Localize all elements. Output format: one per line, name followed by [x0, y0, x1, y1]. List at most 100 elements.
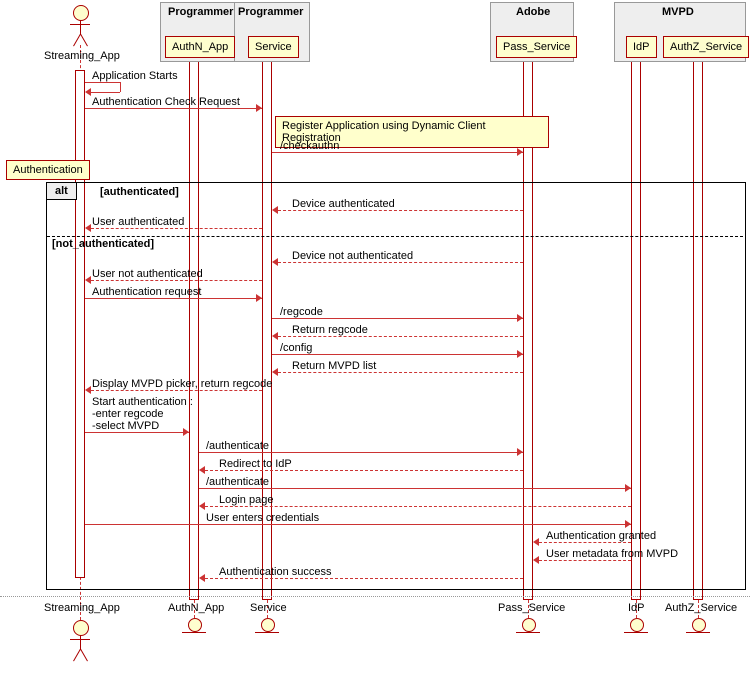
message-line [85, 524, 631, 525]
entity-line [624, 632, 648, 633]
participant-label: AuthZ_Service [670, 41, 742, 53]
participant-service: Service [248, 36, 299, 58]
arrow-icon [272, 332, 278, 340]
message: Authentication granted [546, 530, 656, 542]
participant-label-bottom: AuthN_App [168, 602, 224, 614]
actor-icon [73, 5, 89, 21]
participant-pass-service: Pass_Service [496, 36, 577, 58]
arrow-icon [517, 314, 523, 322]
arrow-icon [533, 538, 539, 546]
alt-condition: [not_authenticated] [52, 238, 154, 250]
participant-label-bottom: Pass_Service [498, 602, 565, 614]
actor-icon [80, 649, 88, 662]
group-label-adobe: Adobe [516, 6, 550, 18]
participant-authz-service: AuthZ_Service [663, 36, 749, 58]
arrow-icon [199, 502, 205, 510]
participant-label: IdP [633, 41, 650, 53]
message: Authentication request [92, 286, 201, 298]
participant-label-bottom: IdP [628, 602, 645, 614]
message-line [278, 372, 523, 373]
message: Start authentication : [92, 396, 193, 408]
arrow-icon [272, 368, 278, 376]
participant-label-bottom: Streaming_App [44, 602, 120, 614]
entity-line [182, 632, 206, 633]
participant-idp: IdP [626, 36, 657, 58]
participant-label-bottom: Service [250, 602, 287, 614]
entity-icon [522, 618, 536, 632]
participant-label-bottom: AuthZ_Service [665, 602, 737, 614]
message: User authenticated [92, 216, 184, 228]
arrow-icon [272, 206, 278, 214]
message-line [272, 354, 523, 355]
message-line [205, 578, 523, 579]
participant-label: Pass_Service [503, 41, 570, 53]
message: /regcode [280, 306, 323, 318]
arrow-icon [85, 88, 91, 96]
arrow-icon [625, 520, 631, 528]
message: /checkauthn [280, 140, 339, 152]
actor-icon [80, 34, 88, 47]
actor-icon [80, 20, 81, 34]
message-line [91, 280, 262, 281]
message-line [278, 336, 523, 337]
arrow-icon [183, 428, 189, 436]
arrow-icon [533, 556, 539, 564]
message: -select MVPD [92, 420, 159, 432]
message: Redirect to IdP [219, 458, 292, 470]
entity-icon [630, 618, 644, 632]
arrow-icon [517, 350, 523, 358]
entity-line [516, 632, 540, 633]
message: Return MVPD list [292, 360, 376, 372]
message-line [91, 228, 262, 229]
message-line [85, 298, 262, 299]
note-text: Authentication [13, 164, 83, 176]
separator [0, 596, 750, 597]
actor-icon [70, 24, 90, 25]
message: Application Starts [92, 70, 178, 82]
arrow-icon [85, 224, 91, 232]
arrow-icon [85, 276, 91, 284]
arrow-icon [517, 448, 523, 456]
message: Display MVPD picker, return regcode [92, 378, 272, 390]
message-line [205, 506, 631, 507]
actor-icon [80, 635, 81, 649]
message-line [278, 262, 523, 263]
actor-icon [73, 649, 81, 662]
message: -enter regcode [92, 408, 164, 420]
message-line [85, 82, 120, 83]
participant-label: Service [255, 41, 292, 53]
actor-label: Streaming_App [44, 50, 120, 62]
arrow-icon [199, 574, 205, 582]
message: User enters credentials [206, 512, 319, 524]
message-line [272, 318, 523, 319]
entity-line [686, 632, 710, 633]
arrow-icon [256, 104, 262, 112]
message: User metadata from MVPD [546, 548, 678, 560]
actor-icon [73, 620, 89, 636]
message-line [90, 92, 120, 93]
message: User not authenticated [92, 268, 203, 280]
group-label-programmer2: Programmer [238, 6, 303, 18]
message: /config [280, 342, 312, 354]
message: Login page [219, 494, 273, 506]
actor-icon [70, 639, 90, 640]
entity-line [255, 632, 279, 633]
message: Device authenticated [292, 198, 395, 210]
arrow-icon [256, 294, 262, 302]
message-line [272, 152, 523, 153]
entity-icon [692, 618, 706, 632]
message-line [120, 82, 121, 92]
alt-condition: [authenticated] [100, 186, 179, 198]
message: Return regcode [292, 324, 368, 336]
message-line [539, 560, 631, 561]
message-line [85, 108, 262, 109]
message-line [85, 432, 189, 433]
group-label-mvpd: MVPD [662, 6, 694, 18]
alt-tag: alt [47, 183, 77, 200]
group-label-programmer: Programmer [168, 6, 233, 18]
sequence-diagram: Programmer Programmer Adobe MVPD Streami… [0, 0, 750, 673]
arrow-icon [272, 258, 278, 266]
arrow-icon [85, 386, 91, 394]
note-authentication: Authentication [6, 160, 90, 180]
message-line [278, 210, 523, 211]
